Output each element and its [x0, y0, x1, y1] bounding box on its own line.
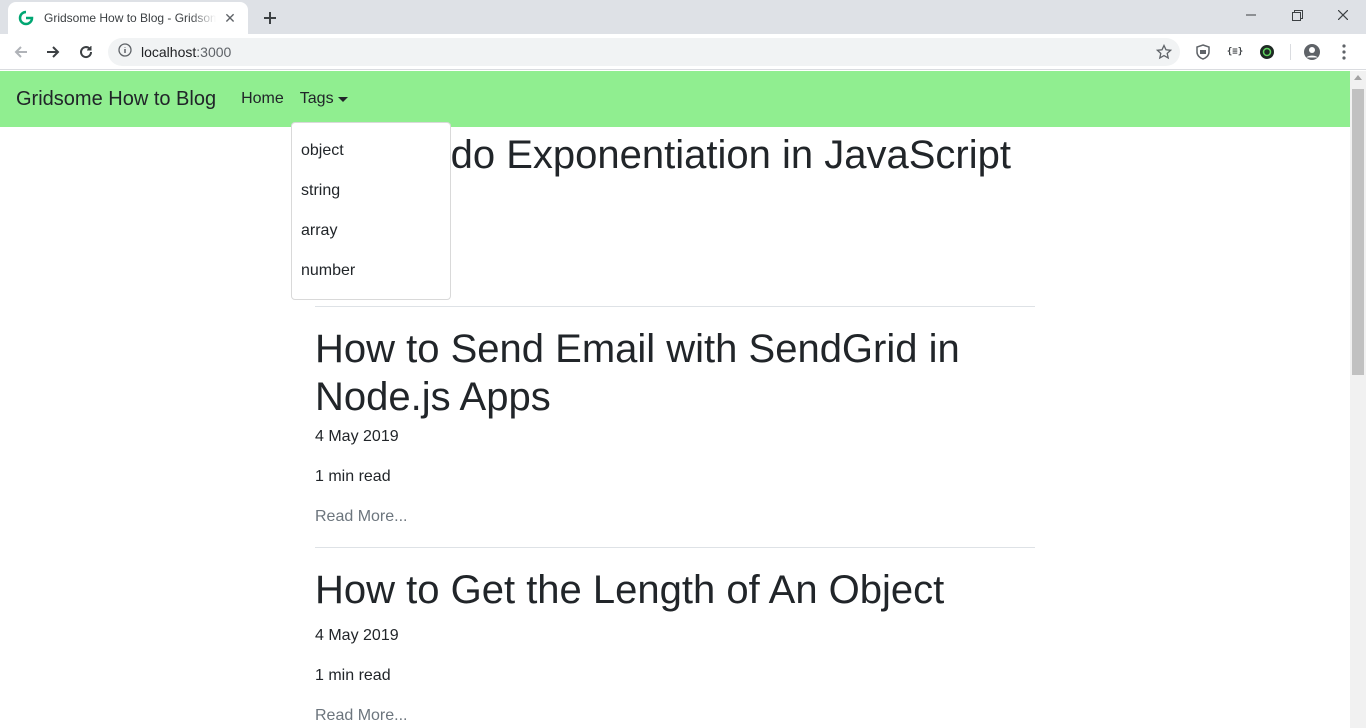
json-extension-icon[interactable]: {≡}: [1225, 42, 1245, 62]
new-tab-icon[interactable]: [258, 6, 282, 30]
browser-toolbar: localhost:3000 {≡}: [0, 34, 1366, 70]
url-port: :3000: [196, 44, 232, 60]
post-title-visible: do Exponentiation in JavaScript: [450, 133, 1011, 177]
read-more-link[interactable]: Read More...: [315, 704, 1035, 728]
dropdown-item-number[interactable]: number: [292, 251, 450, 291]
read-more-link[interactable]: Read More...: [315, 505, 1035, 529]
post-item: How to Send Email with SendGrid in Node.…: [315, 307, 1035, 548]
tags-dropdown-menu: object string array number: [291, 122, 451, 300]
url-host: localhost: [141, 44, 197, 60]
post-read-time: 1 min read: [315, 468, 391, 485]
nav-link-home[interactable]: Home: [241, 90, 284, 108]
star-icon[interactable]: [1155, 43, 1173, 65]
kebab-menu-icon[interactable]: [1334, 42, 1354, 62]
close-tab-icon[interactable]: ✕: [222, 10, 238, 26]
scroll-up-icon[interactable]: [1354, 75, 1362, 80]
gridsome-logo-icon: [18, 10, 34, 26]
post-date: 4 May 2019: [315, 627, 399, 644]
post-title[interactable]: How to Send Email with SendGrid in Node.…: [315, 325, 1035, 421]
arrow-left-icon[interactable]: [9, 40, 33, 64]
dropdown-item-array[interactable]: array: [292, 211, 450, 251]
account-icon[interactable]: [1302, 42, 1322, 62]
caret-down-icon: [337, 96, 348, 102]
close-window-icon[interactable]: [1320, 0, 1366, 30]
page-scrollbar[interactable]: [1350, 71, 1366, 728]
shield-extension-icon[interactable]: [1193, 42, 1213, 62]
post-title[interactable]: How to Get the Length of An Object: [315, 566, 1035, 614]
toolbar-separator: [1290, 44, 1291, 60]
navbar-brand[interactable]: Gridsome How to Blog: [16, 88, 216, 111]
tab-strip: Gridsome How to Blog - Gridsome ✕: [0, 0, 1366, 34]
url-text[interactable]: localhost:3000: [141, 44, 231, 60]
restore-icon[interactable]: [1274, 0, 1320, 30]
dropdown-item-object[interactable]: object: [292, 131, 450, 171]
dropdown-item-string[interactable]: string: [292, 171, 450, 211]
scrollbar-thumb[interactable]: [1352, 89, 1364, 375]
tags-dropdown-toggle[interactable]: Tags: [300, 90, 348, 108]
address-bar[interactable]: localhost:3000: [108, 38, 1180, 66]
page-viewport: Gridsome How to Blog Home Tags object st…: [0, 71, 1350, 728]
post-read-time: 1 min read: [315, 667, 391, 684]
tab-title: Gridsome How to Blog - Gridsome: [44, 11, 216, 25]
dark-extension-icon[interactable]: [1257, 42, 1277, 62]
browser-tab[interactable]: Gridsome How to Blog - Gridsome ✕: [8, 2, 248, 34]
post-item: How to Get the Length of An Object 4 May…: [315, 548, 1035, 728]
post-date: 4 May 2019: [315, 428, 399, 445]
navbar: Gridsome How to Blog Home Tags: [0, 71, 1350, 127]
info-icon[interactable]: [118, 42, 132, 62]
minimize-icon[interactable]: [1228, 0, 1274, 30]
arrow-right-icon[interactable]: [41, 40, 65, 64]
tags-label: Tags: [299, 90, 334, 107]
reload-icon[interactable]: [74, 40, 98, 64]
